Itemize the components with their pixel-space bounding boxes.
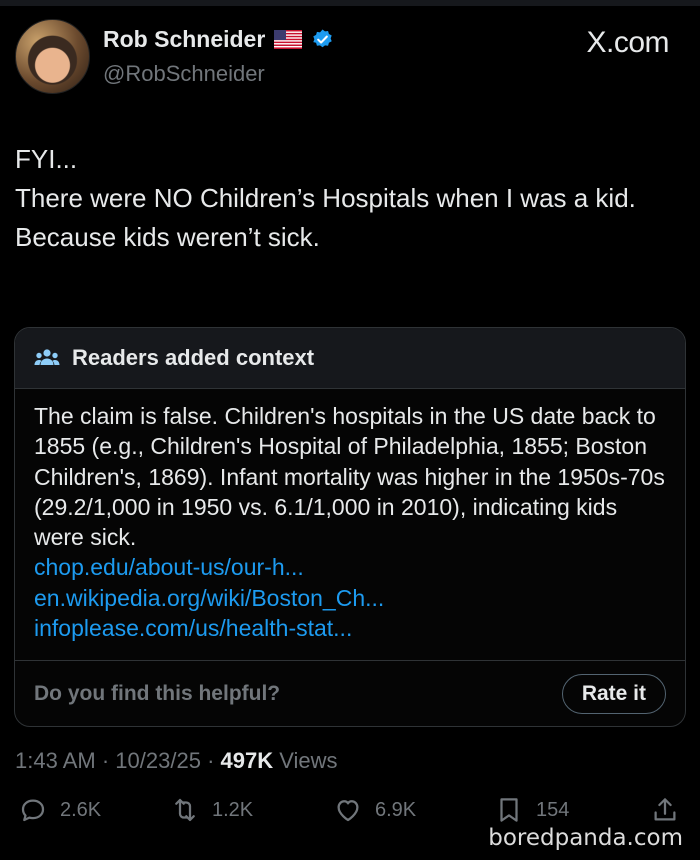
repost-button[interactable]: 1.2K — [170, 795, 253, 825]
source-label: X.com — [586, 26, 669, 59]
post-date[interactable]: 10/23/25 — [115, 748, 201, 773]
bookmark-icon — [500, 798, 518, 822]
note-source-link[interactable]: infoplease.com/us/health-stat... — [34, 613, 665, 643]
reply-icon — [21, 799, 45, 822]
rate-it-button[interactable]: Rate it — [561, 673, 666, 714]
top-divider — [0, 0, 700, 6]
repost-count: 1.2K — [212, 798, 254, 821]
community-note: Readers added context The claim is false… — [14, 327, 686, 727]
like-button[interactable]: 6.9K — [333, 795, 416, 825]
share-icon — [654, 798, 676, 821]
bookmark-count: 154 — [536, 798, 570, 821]
heart-icon — [337, 800, 359, 822]
helpful-prompt: Do you find this helpful? — [34, 681, 281, 705]
author-avatar[interactable] — [15, 19, 90, 94]
reply-button[interactable]: 2.6K — [18, 795, 101, 825]
repost-icon — [175, 798, 195, 822]
author-name-row: Rob Schneider — [103, 26, 334, 53]
verified-badge-icon — [311, 28, 334, 51]
note-source-link[interactable]: chop.edu/about-us/our-h... — [34, 552, 665, 582]
note-source-link[interactable]: en.wikipedia.org/wiki/Boston_Ch... — [34, 583, 665, 613]
author-name[interactable]: Rob Schneider — [103, 26, 265, 53]
share-button[interactable] — [650, 795, 680, 825]
bookmark-button[interactable]: 154 — [494, 795, 569, 825]
views-count: 497K — [220, 748, 274, 773]
community-note-body: The claim is false. Children's hospitals… — [15, 389, 685, 643]
community-note-title: Readers added context — [72, 345, 315, 370]
post-text: FYI... There were NO Children’s Hospital… — [15, 140, 675, 257]
post-time[interactable]: 1:43 AM — [15, 748, 96, 773]
meta-separator: · — [101, 748, 110, 773]
views-label: Views — [279, 748, 338, 773]
community-note-header: Readers added context — [15, 328, 685, 389]
post-line: FYI... — [15, 144, 78, 174]
post-meta: 1:43 AM · 10/23/25 · 497K Views — [15, 748, 338, 774]
post-line: There were NO Children’s Hospitals when … — [15, 183, 636, 213]
reply-count: 2.6K — [60, 798, 102, 821]
meta-separator: · — [207, 748, 215, 773]
watermark: boredpanda.com — [488, 825, 683, 851]
like-count: 6.9K — [375, 798, 417, 821]
author-handle[interactable]: @RobSchneider — [103, 61, 265, 87]
community-note-footer: Do you find this helpful? Rate it — [15, 660, 685, 726]
people-icon — [34, 348, 60, 368]
community-note-text: The claim is false. Children's hospitals… — [34, 403, 665, 551]
post-line: Because kids weren’t sick. — [15, 222, 320, 252]
us-flag-icon — [274, 30, 303, 49]
